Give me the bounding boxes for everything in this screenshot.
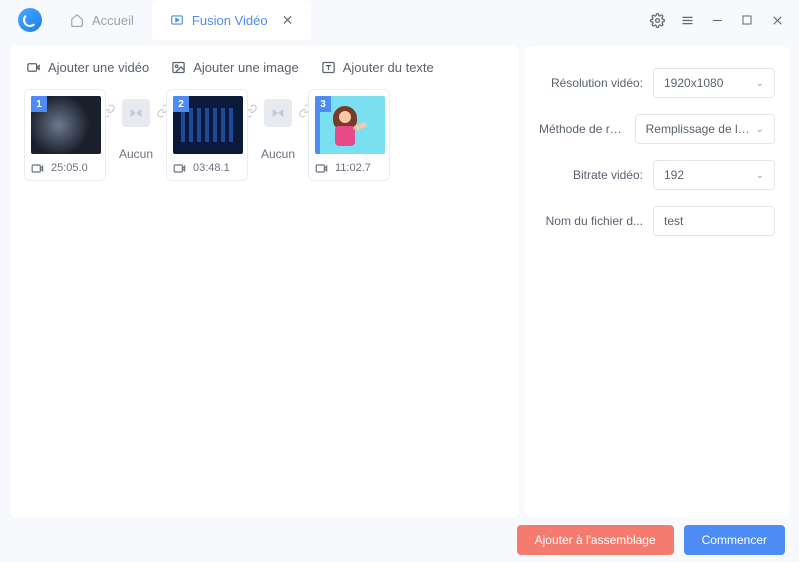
bitrate-select[interactable]: 192 ⌄ bbox=[653, 160, 775, 190]
left-panel: Ajouter une vidéo Ajouter une image Ajou… bbox=[10, 46, 519, 518]
setting-fill: Méthode de rem... Remplissage de la bord… bbox=[539, 114, 775, 144]
clip-thumbnail: 2 bbox=[173, 96, 243, 154]
minimize-icon bbox=[711, 14, 724, 27]
clip-index-badge: 1 bbox=[31, 96, 47, 112]
titlebar: Accueil Fusion Vidéo ✕ bbox=[0, 0, 799, 40]
maximize-button[interactable] bbox=[733, 6, 761, 34]
transition-slot-2: Aucun bbox=[254, 89, 302, 161]
transition-label: Aucun bbox=[119, 147, 153, 161]
clip-thumbnail: 1 bbox=[31, 96, 101, 154]
minimize-button[interactable] bbox=[703, 6, 731, 34]
resolution-label: Résolution vidéo: bbox=[539, 76, 643, 90]
maximize-icon bbox=[741, 14, 753, 26]
settings-panel: Résolution vidéo: 1920x1080 ⌄ Méthode de… bbox=[525, 46, 789, 518]
clip-duration: 25:05.0 bbox=[51, 162, 88, 174]
transition-button[interactable] bbox=[122, 99, 150, 127]
transition-icon bbox=[270, 105, 286, 121]
add-video-button[interactable]: Ajouter une vidéo bbox=[26, 60, 149, 75]
chevron-down-icon: ⌄ bbox=[756, 78, 764, 89]
chevron-down-icon: ⌄ bbox=[756, 170, 764, 181]
clip-index-badge: 3 bbox=[315, 96, 331, 112]
clip-3[interactable]: ✕ 3 11:02.7 bbox=[308, 89, 390, 181]
transition-label: Aucun bbox=[261, 147, 295, 161]
app-logo bbox=[18, 8, 42, 32]
home-icon bbox=[70, 13, 84, 27]
timeline-stage: 1 25:05.0 bbox=[10, 85, 519, 518]
image-add-icon bbox=[171, 60, 186, 75]
close-icon bbox=[771, 14, 784, 27]
setting-bitrate: Bitrate vidéo: 192 ⌄ bbox=[539, 160, 775, 190]
tab-home-label: Accueil bbox=[92, 13, 134, 28]
add-text-button[interactable]: Ajouter du texte bbox=[321, 60, 434, 75]
transition-button[interactable] bbox=[264, 99, 292, 127]
setting-filename: Nom du fichier d... test bbox=[539, 206, 775, 236]
gear-icon bbox=[650, 13, 665, 28]
merge-icon bbox=[170, 13, 184, 27]
menu-icon bbox=[680, 13, 695, 28]
bitrate-label: Bitrate vidéo: bbox=[539, 168, 643, 182]
text-add-icon bbox=[321, 60, 336, 75]
filename-value: test bbox=[664, 214, 683, 228]
clip-duration: 03:48.1 bbox=[193, 162, 230, 174]
settings-button[interactable] bbox=[643, 6, 671, 34]
add-video-label: Ajouter une vidéo bbox=[48, 60, 149, 75]
clip-index-badge: 2 bbox=[173, 96, 189, 112]
fill-label: Méthode de rem... bbox=[539, 122, 625, 136]
camera-icon bbox=[31, 163, 45, 174]
resolution-select[interactable]: 1920x1080 ⌄ bbox=[653, 68, 775, 98]
tab-merge[interactable]: Fusion Vidéo ✕ bbox=[152, 0, 311, 40]
fill-select[interactable]: Remplissage de la bord ⌄ bbox=[635, 114, 775, 144]
fill-value: Remplissage de la bord bbox=[646, 122, 756, 136]
footer: Ajouter à l'assemblage Commencer bbox=[0, 518, 799, 562]
clip-meta: 11:02.7 bbox=[315, 162, 383, 174]
tab-merge-label: Fusion Vidéo bbox=[192, 13, 268, 28]
add-to-assembly-button[interactable]: Ajouter à l'assemblage bbox=[517, 525, 674, 555]
tab-strip: Accueil Fusion Vidéo ✕ bbox=[52, 0, 643, 40]
tab-home[interactable]: Accueil bbox=[52, 0, 152, 40]
camera-icon bbox=[173, 163, 187, 174]
filename-input[interactable]: test bbox=[653, 206, 775, 236]
resolution-value: 1920x1080 bbox=[664, 76, 723, 90]
clip-2[interactable]: 2 03:48.1 bbox=[166, 89, 248, 181]
clip-meta: 25:05.0 bbox=[31, 162, 99, 174]
setting-resolution: Résolution vidéo: 1920x1080 ⌄ bbox=[539, 68, 775, 98]
clip-meta: 03:48.1 bbox=[173, 162, 241, 174]
window-controls bbox=[643, 6, 791, 34]
bitrate-value: 192 bbox=[664, 168, 684, 182]
camera-icon bbox=[315, 163, 329, 174]
workspace: Ajouter une vidéo Ajouter une image Ajou… bbox=[0, 40, 799, 518]
close-window-button[interactable] bbox=[763, 6, 791, 34]
add-text-label: Ajouter du texte bbox=[343, 60, 434, 75]
start-button[interactable]: Commencer bbox=[684, 525, 785, 555]
filename-label: Nom du fichier d... bbox=[539, 214, 643, 228]
add-image-button[interactable]: Ajouter une image bbox=[171, 60, 299, 75]
menu-button[interactable] bbox=[673, 6, 701, 34]
close-icon[interactable]: ✕ bbox=[282, 12, 294, 29]
add-image-label: Ajouter une image bbox=[193, 60, 299, 75]
toolbar: Ajouter une vidéo Ajouter une image Ajou… bbox=[10, 46, 519, 85]
clip-1[interactable]: 1 25:05.0 bbox=[24, 89, 106, 181]
clip-duration: 11:02.7 bbox=[335, 162, 371, 174]
chevron-down-icon: ⌄ bbox=[756, 124, 764, 135]
video-add-icon bbox=[26, 60, 41, 75]
transition-icon bbox=[128, 105, 144, 121]
transition-slot-1: Aucun bbox=[112, 89, 160, 161]
clip-thumbnail: 3 bbox=[315, 96, 385, 154]
